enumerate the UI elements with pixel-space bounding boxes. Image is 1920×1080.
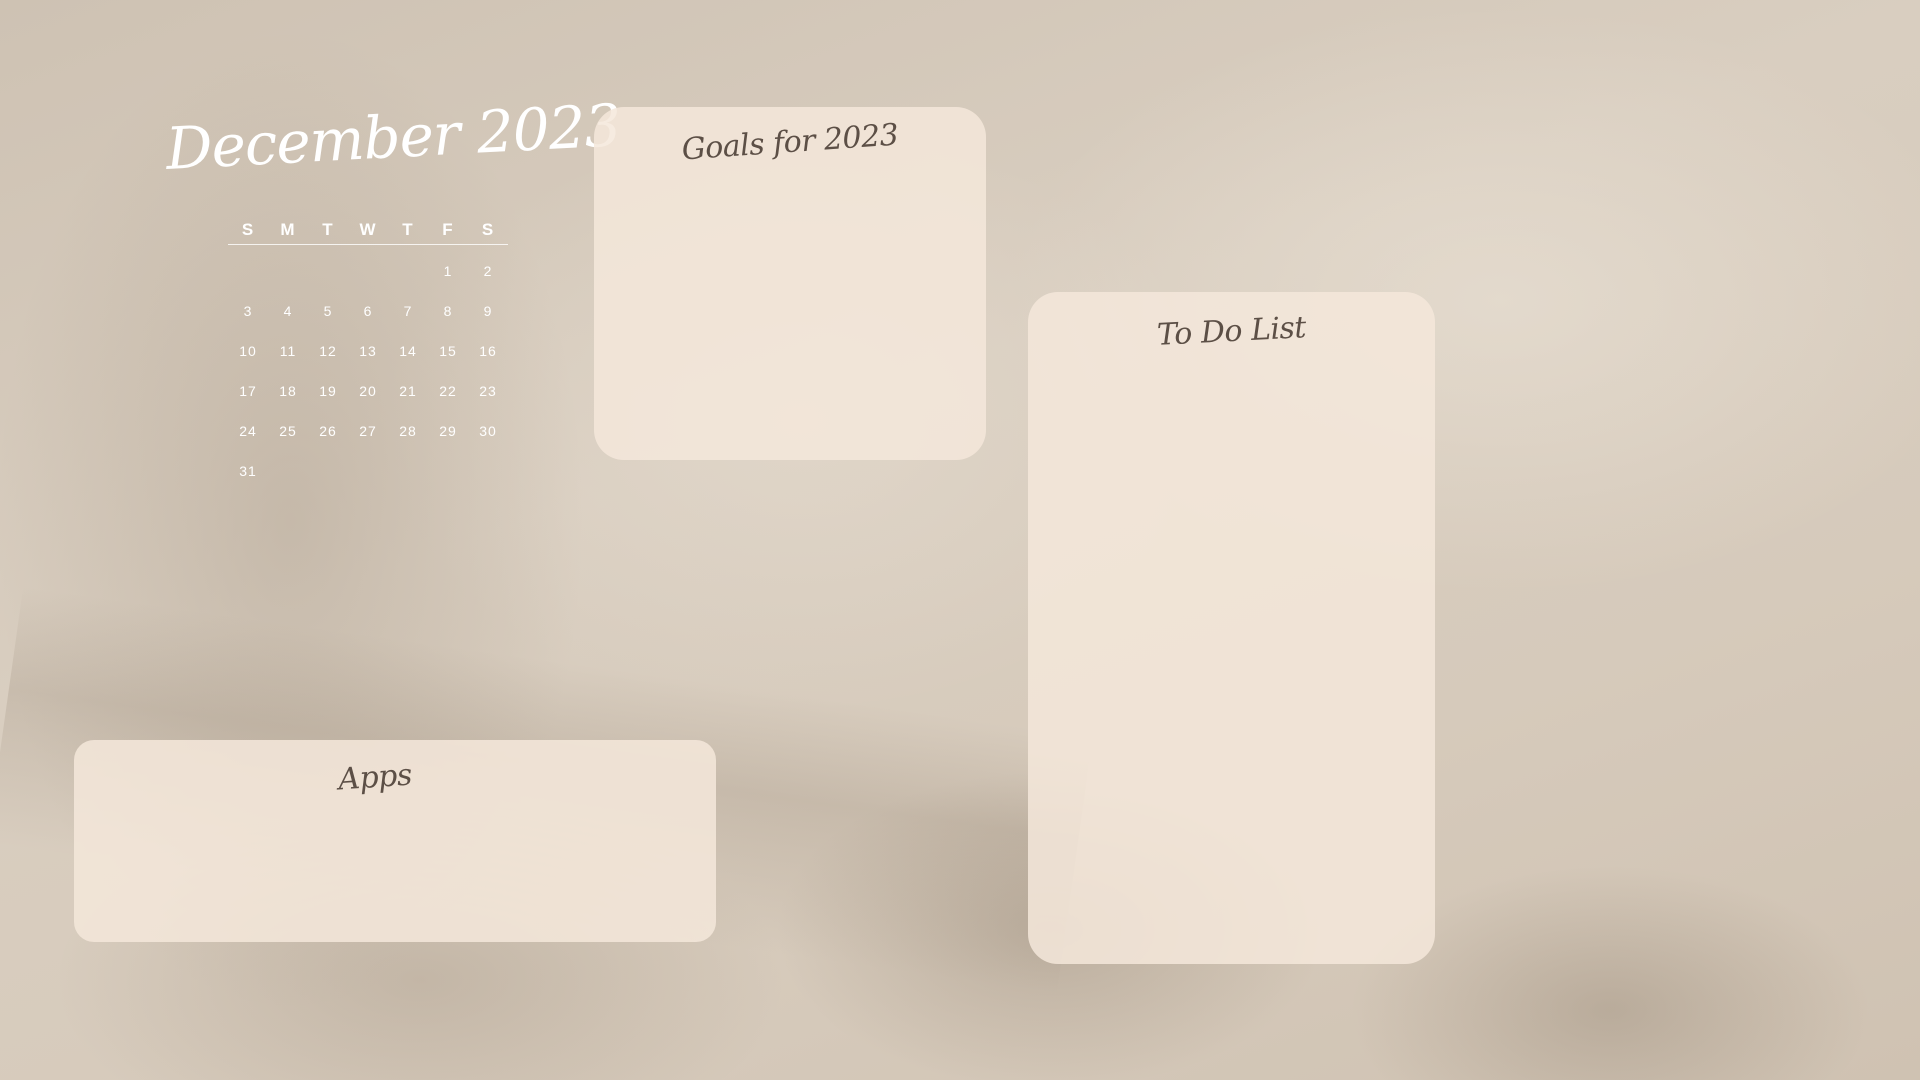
calendar-weeks: 1 2 3 4 5 6 7 8 9 10 11 12 13 14 15 16 1…: [228, 251, 508, 491]
calendar-day: 26: [319, 423, 337, 439]
calendar-day: 25: [279, 423, 297, 439]
calendar-day: 14: [399, 343, 417, 359]
calendar-week-row: 3 4 5 6 7 8 9: [228, 291, 508, 331]
calendar-day: 15: [439, 343, 457, 359]
calendar-day: 31: [239, 463, 257, 479]
calendar-day: 22: [439, 383, 457, 399]
calendar-day: 18: [279, 383, 297, 399]
weekday-label: T: [402, 220, 414, 239]
goals-panel: Goals for 2023: [594, 107, 986, 460]
weekday-label: S: [481, 220, 495, 239]
calendar-week-row: 24 25 26 27 28 29 30: [228, 411, 508, 451]
calendar-weekday-header: S M T W T F S: [228, 220, 508, 245]
calendar-month-title: December 2023: [164, 91, 623, 183]
calendar-day: 2: [483, 263, 493, 279]
weekday-label: S: [241, 220, 255, 239]
apps-title: Apps: [337, 757, 413, 798]
calendar-day: 6: [363, 303, 373, 319]
calendar-day: 12: [319, 343, 337, 359]
calendar-grid: S M T W T F S 1 2 3 4 5 6 7 8 9 10 11 12…: [228, 220, 508, 491]
weekday-label: T: [322, 220, 334, 239]
calendar-week-row: 1 2: [228, 251, 508, 291]
calendar-day: 10: [239, 343, 257, 359]
calendar-day: 11: [279, 343, 297, 359]
calendar-day: 30: [479, 423, 497, 439]
calendar-day: 8: [443, 303, 453, 319]
calendar-day: 7: [403, 303, 413, 319]
calendar-day: 3: [243, 303, 253, 319]
calendar-day: 13: [359, 343, 377, 359]
calendar-widget: December 2023 S M T W T F S 1 2 3 4 5 6 …: [160, 91, 622, 479]
calendar-day: 24: [239, 423, 257, 439]
calendar-day: 4: [283, 303, 293, 319]
todo-panel: To Do List: [1028, 292, 1435, 964]
weekday-label: F: [442, 220, 454, 239]
calendar-day: 17: [239, 383, 257, 399]
calendar-week-row: 31: [228, 451, 508, 491]
calendar-day: 23: [479, 383, 497, 399]
calendar-day: 27: [359, 423, 377, 439]
calendar-day: 5: [323, 303, 333, 319]
weekday-label: W: [359, 220, 377, 239]
calendar-day: 16: [479, 343, 497, 359]
calendar-day: 29: [439, 423, 457, 439]
goals-title: Goals for 2023: [680, 117, 900, 168]
todo-title: To Do List: [1156, 310, 1307, 353]
calendar-day: 19: [319, 383, 337, 399]
apps-panel: Apps: [74, 740, 716, 942]
calendar-day: 1: [443, 263, 453, 279]
calendar-week-row: 17 18 19 20 21 22 23: [228, 371, 508, 411]
weekday-label: M: [280, 220, 296, 239]
calendar-day: 21: [399, 383, 417, 399]
calendar-week-row: 10 11 12 13 14 15 16: [228, 331, 508, 371]
calendar-day: 20: [359, 383, 377, 399]
calendar-day: 9: [483, 303, 493, 319]
calendar-day: 28: [399, 423, 417, 439]
